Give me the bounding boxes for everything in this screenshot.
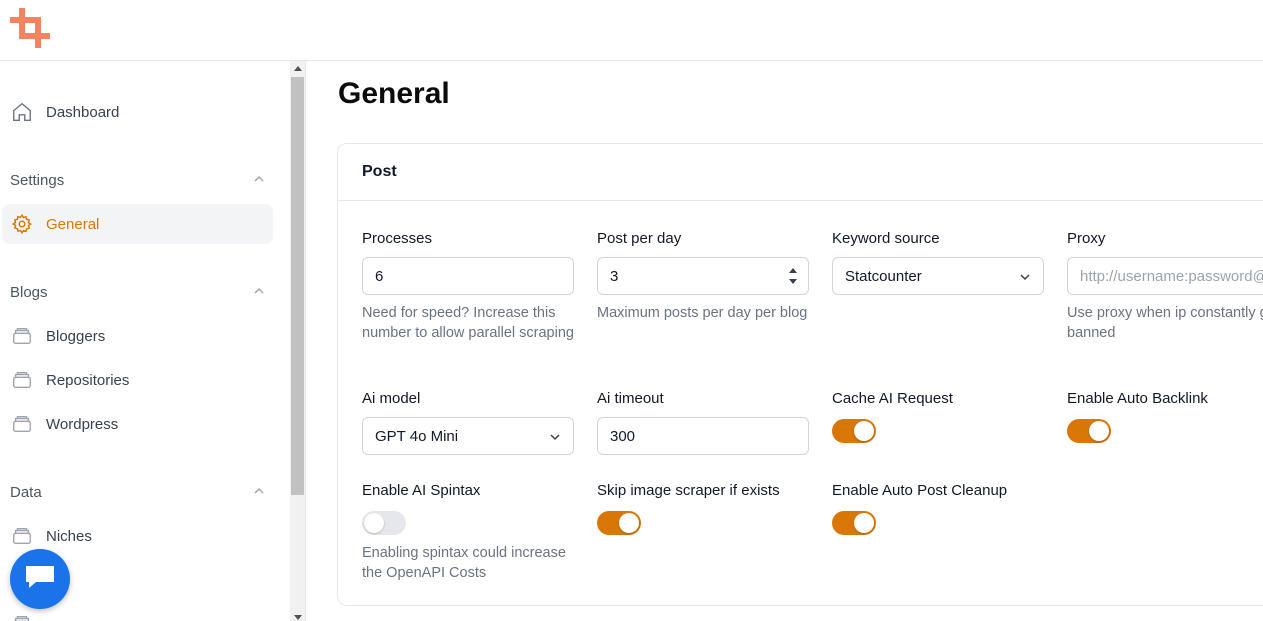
sidebar-item-dashboard[interactable]: Dashboard xyxy=(2,92,273,132)
field-label: Enable Auto Post Cleanup xyxy=(832,482,1008,499)
section-blogs-toggle[interactable]: Blogs xyxy=(10,280,265,304)
field-ai-timeout: Ai timeout 300 xyxy=(597,389,809,455)
field-label: Skip image scraper if exists xyxy=(597,482,780,499)
field-label: Cache AI Request xyxy=(832,390,953,407)
field-label: Ai model xyxy=(362,390,421,407)
toggle-knob xyxy=(619,513,639,533)
database-icon xyxy=(10,412,34,436)
sidebar-item-bloggers[interactable]: Bloggers xyxy=(2,316,273,356)
field-cache-ai: Cache AI Request xyxy=(832,389,1044,443)
crop-logo-icon[interactable] xyxy=(10,8,50,48)
keyword-source-select[interactable]: Statcounter xyxy=(832,257,1044,295)
page-title: General xyxy=(338,77,450,110)
input-value: 300 xyxy=(610,427,636,445)
card-title: Post xyxy=(338,144,1263,201)
sidebar-item-label: Dashboard xyxy=(46,103,120,121)
ai-timeout-input[interactable]: 300 xyxy=(597,417,809,455)
field-ai-model: Ai model GPT 4o Mini xyxy=(362,389,574,455)
help-text: Enabling spintax could increase the Open… xyxy=(362,545,566,581)
sidebar-item-label: Repositories xyxy=(46,371,130,389)
field-label: Keyword source xyxy=(832,230,940,247)
chevron-up-icon xyxy=(253,284,265,301)
field-label: Enable AI Spintax xyxy=(362,482,481,499)
field-auto-backlink: Enable Auto Backlink xyxy=(1067,389,1263,443)
sidebar-item-repositories[interactable]: Repositories xyxy=(2,360,273,400)
scroll-up-icon[interactable] xyxy=(294,66,302,71)
toggle-knob xyxy=(854,421,874,441)
field-post-per-day: Post per day 3 Maximum posts per day per… xyxy=(597,229,809,323)
database-icon xyxy=(10,368,34,392)
field-proxy: Proxy http://username:password@ Use prox… xyxy=(1067,229,1263,343)
help-text: Use proxy when ip constantly getting ban… xyxy=(1067,305,1263,341)
database-icon xyxy=(10,612,34,621)
section-title: Data xyxy=(10,483,42,501)
section-settings-toggle[interactable]: Settings xyxy=(10,168,265,192)
select-value: GPT 4o Mini xyxy=(375,427,459,445)
field-label: Post per day xyxy=(597,230,682,247)
post-settings-card: Post Processes 6 Need for speed? Increas… xyxy=(337,143,1263,606)
scroll-down-icon[interactable] xyxy=(294,615,302,620)
database-icon xyxy=(10,324,34,348)
skip-image-toggle[interactable] xyxy=(597,511,641,535)
auto-cleanup-toggle[interactable] xyxy=(832,511,876,535)
field-auto-cleanup: Enable Auto Post Cleanup xyxy=(832,481,1044,535)
database-icon xyxy=(10,524,34,548)
input-placeholder: http://username:password@ xyxy=(1080,267,1263,285)
help-text: Need for speed? Increase this number to … xyxy=(362,305,574,341)
chevron-down-icon xyxy=(549,430,561,447)
field-processes: Processes 6 Need for speed? Increase thi… xyxy=(362,229,574,343)
sidebar: Dashboard Settings General Blogs Blogger… xyxy=(0,61,290,621)
select-value: Statcounter xyxy=(845,267,922,285)
scrollbar-thumb[interactable] xyxy=(291,77,304,495)
toggle-knob xyxy=(854,513,874,533)
main-content: General Post Processes 6 Need for speed?… xyxy=(306,61,1263,621)
cache-ai-toggle[interactable] xyxy=(832,419,876,443)
section-title: Blogs xyxy=(10,283,48,301)
sidebar-item-wordpress[interactable]: Wordpress xyxy=(2,404,273,444)
field-label: Processes xyxy=(362,230,433,247)
chat-button[interactable] xyxy=(10,549,70,609)
toggle-knob xyxy=(1089,421,1109,441)
field-label: Ai timeout xyxy=(597,390,664,407)
post-per-day-input[interactable]: 3 xyxy=(597,257,809,295)
chevron-up-icon xyxy=(253,484,265,501)
sidebar-item-label: Wordpress xyxy=(46,415,119,433)
toggle-knob xyxy=(364,513,384,533)
sidebar-item-label: Niches xyxy=(46,527,92,545)
auto-backlink-toggle[interactable] xyxy=(1067,419,1111,443)
chevron-down-icon xyxy=(1019,270,1031,287)
field-keyword-source: Keyword source Statcounter xyxy=(832,229,1044,295)
sidebar-item-general[interactable]: General xyxy=(2,204,273,244)
ai-spintax-toggle[interactable] xyxy=(362,511,406,535)
chat-icon xyxy=(24,563,56,596)
processes-input[interactable]: 6 xyxy=(362,257,574,295)
sidebar-item-label: Bloggers xyxy=(46,327,106,345)
field-ai-spintax: Enable AI Spintax Enabling spintax could… xyxy=(362,481,574,583)
proxy-input[interactable]: http://username:password@ xyxy=(1067,257,1263,295)
help-text: Maximum posts per day per blog xyxy=(597,305,808,321)
field-label: Enable Auto Backlink xyxy=(1067,390,1208,407)
ai-model-select[interactable]: GPT 4o Mini xyxy=(362,417,574,455)
section-title: Settings xyxy=(10,171,65,189)
top-bar xyxy=(0,0,1263,61)
number-stepper-icon[interactable] xyxy=(788,265,798,287)
field-label: Proxy xyxy=(1067,230,1106,247)
input-value: 6 xyxy=(375,267,384,285)
field-skip-image: Skip image scraper if exists xyxy=(597,481,809,535)
gear-icon xyxy=(10,212,34,236)
sidebar-item-label: General xyxy=(46,215,100,233)
input-value: 3 xyxy=(610,267,619,285)
chevron-up-icon xyxy=(253,172,265,189)
sidebar-scrollbar[interactable] xyxy=(290,61,306,621)
home-icon xyxy=(10,100,34,124)
section-data-toggle[interactable]: Data xyxy=(10,480,265,504)
